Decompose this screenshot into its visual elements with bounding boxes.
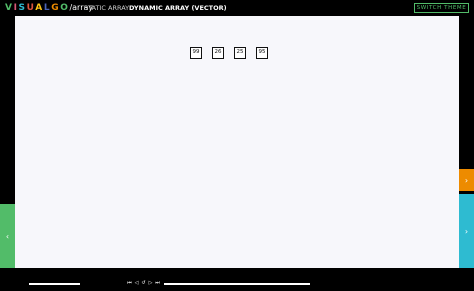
mode-dynamic-array[interactable]: DYNAMIC ARRAY (VECTOR) xyxy=(129,4,227,12)
visualgo-logo[interactable]: VISUALGO/array xyxy=(5,2,93,14)
chevron-right-icon: › xyxy=(464,226,469,236)
logo-text: VISUALGO xyxy=(5,3,69,13)
mode-static-array[interactable]: STATIC ARRAY xyxy=(84,4,129,12)
go-to-end-icon[interactable]: ⏭ xyxy=(154,280,161,287)
left-panel-toggle[interactable]: ‹ xyxy=(0,204,15,268)
top-bar: VISUALGO/array STATIC ARRAY DYNAMIC ARRA… xyxy=(0,0,474,16)
logo-letter: A xyxy=(35,3,44,13)
logo-letter: V xyxy=(5,3,14,13)
logo-letter: G xyxy=(51,3,61,13)
right-status-toggle[interactable]: › xyxy=(459,169,474,191)
progress-slider[interactable] xyxy=(164,283,310,285)
switch-theme-button[interactable]: SWITCH THEME xyxy=(414,3,469,13)
go-to-beginning-icon[interactable]: ⏮ xyxy=(126,280,133,287)
chevron-right-icon: › xyxy=(464,175,469,185)
logo-letter: S xyxy=(18,3,27,13)
chevron-left-icon: ‹ xyxy=(5,231,10,241)
replay-icon[interactable]: ↺ xyxy=(140,280,147,287)
logo-letter: U xyxy=(26,3,36,13)
right-codetrace-toggle[interactable]: › xyxy=(459,194,474,268)
step-backward-icon[interactable]: ◁ xyxy=(133,280,140,287)
array-cell: 25 xyxy=(234,47,246,59)
array-cell: 95 xyxy=(256,47,268,59)
array-cell: 26 xyxy=(212,47,224,59)
speed-slider[interactable] xyxy=(29,283,80,285)
array-cell: 99 xyxy=(190,47,202,59)
step-forward-icon[interactable]: ▷ xyxy=(147,280,154,287)
visualization-canvas: 99 26 25 95 xyxy=(15,16,459,268)
